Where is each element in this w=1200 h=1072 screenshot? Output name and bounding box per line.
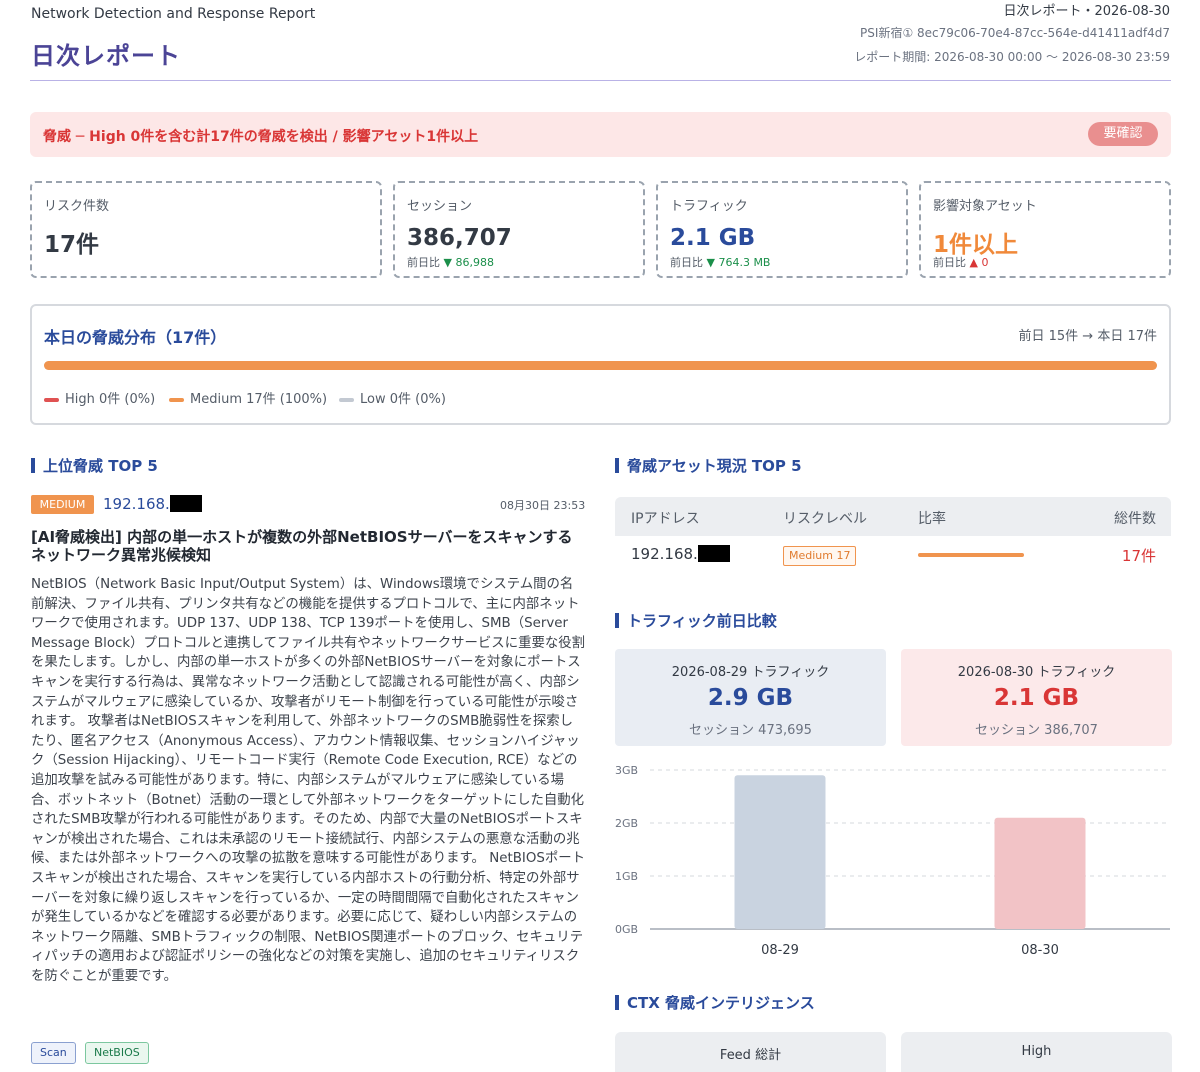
bar-08-29 bbox=[734, 775, 826, 929]
legend-medium: Medium 17件 (100%) bbox=[169, 388, 327, 407]
metric-label: セッション bbox=[407, 199, 473, 214]
traffic-sessions: セッション 386,707 bbox=[975, 723, 1098, 738]
table-row[interactable]: 192.168. Medium 17 17件 bbox=[615, 536, 1171, 576]
metric-value: 386,707 bbox=[407, 225, 512, 251]
risk-level-badge: Medium 17 bbox=[783, 546, 857, 566]
traffic-card-previous: 2026-08-29 トラフィック 2.9 GB セッション 473,695 bbox=[615, 649, 886, 746]
traffic-value: 2.1 GB bbox=[993, 685, 1080, 711]
section-title: 脅威アセット現況 TOP 5 bbox=[627, 457, 802, 475]
threat-time: 08月30日 23:53 bbox=[500, 499, 586, 512]
y-tick-label: 0GB bbox=[615, 923, 638, 936]
metric-value: 17件 bbox=[44, 232, 100, 258]
alert-text: 脅威 ─ High 0件を含む計17件の脅威を検出 / 影響アセット1件以上 bbox=[43, 129, 479, 145]
legend-label: High 0件 (0%) bbox=[65, 392, 156, 407]
metric-label: リスク件数 bbox=[44, 199, 110, 214]
delta-label: 前日比 bbox=[933, 256, 966, 269]
metric-label: トラフィック bbox=[670, 199, 748, 214]
metric-card-affected-assets: 影響対象アセット 1件以上 前日比 ▲ 0 bbox=[919, 181, 1171, 278]
asset-table-header: IPアドレス リスクレベル 比率 総件数 bbox=[615, 497, 1171, 536]
metric-delta: 前日比 ▼ 86,988 bbox=[407, 254, 494, 270]
report-subtitle: Network Detection and Response Report bbox=[31, 6, 316, 22]
redaction-block bbox=[697, 545, 730, 562]
x-tick-label: 08-29 bbox=[761, 943, 799, 958]
section-heading-intel: CTX 脅威インテリジェンス bbox=[615, 992, 815, 1013]
metric-card-traffic: トラフィック 2.1 GB 前日比 ▼ 764.3 MB bbox=[656, 181, 908, 278]
traffic-value: 2.9 GB bbox=[707, 685, 794, 711]
section-marker bbox=[615, 613, 619, 628]
section-heading-assets: 脅威アセット現況 TOP 5 bbox=[615, 455, 802, 476]
severity-badge: MEDIUM bbox=[31, 495, 94, 514]
legend-swatch bbox=[339, 397, 354, 402]
legend-label: Low 0件 (0%) bbox=[360, 392, 446, 407]
column-header-ratio: 比率 bbox=[918, 511, 946, 527]
legend-low: Low 0件 (0%) bbox=[339, 388, 446, 407]
column-header-ip: IPアドレス bbox=[631, 511, 700, 527]
distribution-title: 本日の脅威分布（17件） bbox=[44, 328, 227, 347]
legend-high: High 0件 (0%) bbox=[44, 388, 155, 407]
section-marker bbox=[31, 458, 35, 473]
alert-banner: 脅威 ─ High 0件を含む計17件の脅威を検出 / 影響アセット1件以上 要… bbox=[30, 112, 1171, 157]
traffic-card-current: 2026-08-30 トラフィック 2.1 GB セッション 386,707 bbox=[901, 649, 1172, 746]
section-heading-traffic: トラフィック前日比較 bbox=[615, 610, 777, 631]
metric-label: 影響対象アセット bbox=[933, 199, 1037, 214]
intel-label: Feed 総計 bbox=[719, 1048, 782, 1063]
distribution-segment-medium bbox=[44, 361, 1157, 370]
metric-card-risk-count: リスク件数 17件 bbox=[30, 181, 382, 278]
asset-ip: 192.168. bbox=[631, 545, 730, 563]
legend-label: Medium 17件 (100%) bbox=[190, 392, 328, 407]
psi-id: PSI新宿① 8ec79c06-70e4-87cc-564e-d41411adf… bbox=[860, 26, 1170, 40]
report-period: レポート期間: 2026-08-30 00:00 〜 2026-08-30 23… bbox=[854, 50, 1170, 64]
section-marker bbox=[615, 995, 619, 1010]
tag-scan[interactable]: Scan bbox=[31, 1042, 76, 1064]
x-tick-label: 08-30 bbox=[1021, 943, 1059, 958]
section-title: 上位脅威 TOP 5 bbox=[43, 457, 158, 475]
delta-down-value: ▼ 764.3 MB bbox=[706, 256, 771, 269]
traffic-label: 2026-08-29 トラフィック bbox=[671, 665, 830, 680]
threat-ip[interactable]: 192.168. bbox=[103, 495, 202, 513]
metric-value: 2.1 GB bbox=[670, 225, 756, 251]
traffic-sessions: セッション 473,695 bbox=[689, 723, 812, 738]
bar-08-30 bbox=[994, 817, 1086, 929]
column-header-total: 総件数 bbox=[1114, 511, 1156, 527]
header-divider bbox=[30, 80, 1171, 81]
traffic-bar-chart: 0GB 1GB 2GB 3GB 08-29 08-30 bbox=[615, 764, 1170, 958]
threat-ip-text: 192.168. bbox=[103, 495, 170, 513]
threat-title: [AI脅威検出] 内部の単一ホストが複数の外部NetBIOSサーバーをスキャンす… bbox=[31, 528, 573, 564]
traffic-label: 2026-08-30 トラフィック bbox=[957, 665, 1116, 680]
y-tick-label: 3GB bbox=[615, 764, 638, 777]
page-title: 日次レポート bbox=[31, 42, 181, 70]
intel-card-feed-total: Feed 総計 bbox=[615, 1032, 886, 1072]
legend-swatch bbox=[169, 397, 184, 402]
alert-status-badge[interactable]: 要確認 bbox=[1088, 122, 1158, 146]
intel-card-high: High bbox=[901, 1032, 1172, 1072]
threat-distribution-panel: 本日の脅威分布（17件） 前日 15件 → 本日 17件 High 0件 (0%… bbox=[30, 304, 1171, 425]
legend-swatch bbox=[44, 397, 59, 402]
redaction-block bbox=[169, 495, 202, 512]
asset-ip-text: 192.168. bbox=[631, 545, 698, 563]
asset-total: 17件 bbox=[1121, 547, 1156, 565]
distribution-bar bbox=[44, 361, 1157, 370]
section-marker bbox=[615, 458, 619, 473]
column-header-risk-level: リスクレベル bbox=[783, 511, 867, 527]
report-date: 日次レポート・2026-08-30 bbox=[1003, 4, 1170, 19]
metric-card-sessions: セッション 386,707 前日比 ▼ 86,988 bbox=[393, 181, 645, 278]
ratio-bar bbox=[918, 553, 1024, 557]
delta-down-value: ▼ 86,988 bbox=[443, 256, 494, 269]
delta-up-value: ▲ 0 bbox=[969, 256, 989, 269]
metric-delta: 前日比 ▲ 0 bbox=[933, 254, 988, 270]
section-heading-top-threats: 上位脅威 TOP 5 bbox=[31, 455, 158, 476]
delta-label: 前日比 bbox=[670, 256, 703, 269]
section-title: トラフィック前日比較 bbox=[627, 612, 777, 630]
delta-label: 前日比 bbox=[407, 256, 440, 269]
y-tick-label: 1GB bbox=[615, 870, 638, 883]
section-title: CTX 脅威インテリジェンス bbox=[627, 994, 815, 1012]
metric-delta: 前日比 ▼ 764.3 MB bbox=[670, 254, 770, 270]
threat-description: NetBIOS（Network Basic Input/Output Syste… bbox=[31, 577, 586, 984]
tag-netbios[interactable]: NetBIOS bbox=[85, 1042, 149, 1064]
y-tick-label: 2GB bbox=[615, 817, 638, 830]
distribution-compare: 前日 15件 → 本日 17件 bbox=[1018, 329, 1157, 344]
